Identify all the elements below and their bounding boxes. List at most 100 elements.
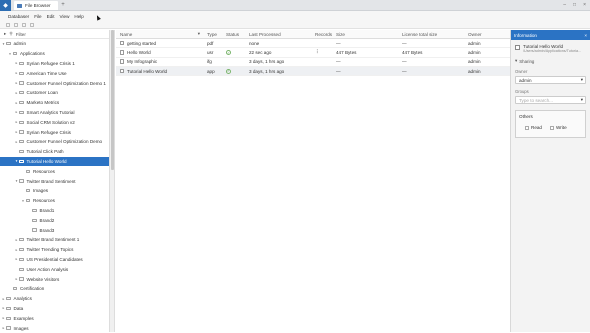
cell-license-size: — [402,68,407,74]
menu-item-view[interactable]: View [60,14,70,19]
read-checkbox[interactable]: Read [525,125,542,130]
close-window-button[interactable]: × [583,2,586,8]
tree-item[interactable]: ▸ Data [0,304,109,314]
sharing-toggle[interactable]: ▾ Sharing [515,58,586,64]
tree-item[interactable]: Brand2 [0,215,109,225]
refresh-icon[interactable] [22,22,26,27]
file-icon [120,40,124,46]
col-owner[interactable]: Owner [464,32,510,37]
tab-file-browser[interactable]: File Browser [14,1,58,10]
app-logo-icon[interactable]: ◆ [0,0,11,11]
cell-size: — [336,40,341,46]
col-status[interactable]: Status [222,32,245,37]
tree-item[interactable]: ▾ Tutorial Hello World [0,156,109,167]
file-icon [120,68,124,74]
tree-item[interactable]: ▸ Images [0,323,109,333]
table-row[interactable]: Tutorial Hello World app ✓ 3 days, 1 hrs ag… [116,66,510,77]
folder-icon [6,297,11,301]
tree-item[interactable]: ▸ American Time Use [0,68,109,78]
tree-item[interactable]: ▸ Social CRM Solution v2 [0,117,109,127]
tree-item[interactable]: Brand3 [0,225,109,235]
tree-item[interactable]: ▸ Customer Loan [0,88,109,98]
minimize-button[interactable]: – [563,2,566,8]
forward-icon[interactable] [14,22,18,27]
tree-item-label: Marketo Metrics [26,100,60,106]
tree-item[interactable]: ▸ Analytics [0,294,109,304]
col-license-size[interactable]: License total size [398,32,464,37]
menu-item-help[interactable]: Help [74,14,83,19]
owner-label: Owner [515,69,528,74]
col-name-label: Name [120,31,133,37]
table-row[interactable]: My Infographic ifg 3 days, 1 hrs ago — — admi… [116,58,510,67]
cell-status: ✓ [222,50,245,56]
tree-item[interactable]: ▸ US Presidential Candidates [0,255,109,265]
tree-item[interactable]: Brand1 [0,206,109,216]
checkbox-box[interactable] [525,125,529,130]
tree-item-label: Website Visitors [26,276,60,282]
cell-last-processed: 3 days, 1 hrs ago [249,59,285,65]
table-row[interactable]: Hello World usr ✓ 22 sec ago ⋮ 447 Bytes 447 B… [116,48,510,58]
tree-item[interactable]: ▸ Customer Funnel Optimization Demo 1 [0,78,109,88]
tree-item[interactable]: ▾ Applications [0,49,109,59]
expand-down-icon[interactable]: ▾ [8,52,13,56]
tree-item-label: Images [33,188,49,194]
cell-license-size: 447 Bytes [402,49,423,55]
close-icon[interactable]: × [584,33,587,38]
tree-item[interactable]: Tutorial Click Path [0,147,109,157]
folder-icon [12,52,17,56]
tree-item[interactable]: Certification [0,284,109,294]
groups-search-input[interactable]: Type to search... ▾ [515,96,586,104]
dropdown-arrow-icon: ▾ [580,77,583,82]
menu-item-file[interactable]: File [34,14,41,19]
file-table: Name ▾ Type Status Last Processed Records… [116,30,510,332]
menu-item-edit[interactable]: Edit [47,14,55,19]
menu-item-databaser[interactable]: Databaser [8,14,29,19]
maximize-button[interactable]: □ [573,2,576,8]
tree-item[interactable]: ▾ Resources [0,196,109,206]
folder-icon [32,228,37,232]
expand-down-icon[interactable]: ▾ [21,199,26,203]
chevron-down-icon: ▾ [515,58,518,63]
col-type[interactable]: Type [203,32,222,37]
tree-item[interactable]: ▸ Website Visitors [0,274,109,284]
scrollbar-thumb[interactable] [111,30,114,170]
cell-type: pdf [207,40,214,46]
cell-records[interactable]: ⋮ [311,49,332,55]
col-last-processed[interactable]: Last Processed [245,32,311,37]
folder-icon [19,81,24,85]
tree-item[interactable]: ▸ Twitter Brand Sentiment 1 [0,235,109,245]
add-tab-button[interactable]: + [58,0,68,10]
tree-scrollbar[interactable] [110,30,115,332]
tree-item[interactable]: ▸ Syrian Refugee Crisis [0,127,109,137]
new-folder-icon[interactable] [30,22,34,27]
col-records[interactable]: Records [311,32,332,37]
write-checkbox[interactable]: Write [549,125,567,130]
filter-arrow-icon: ▸ [4,31,7,36]
file-icon [120,59,124,64]
tree-item-label: Examples [13,315,34,321]
tree-item[interactable]: ▸ Syrian Refugee Crisis 1 [0,59,109,69]
tree-item-label: Twitter Trending Topics [26,247,74,253]
col-size[interactable]: Size [332,32,398,37]
back-icon[interactable] [6,22,10,27]
tree-item[interactable]: ▸ Twitter Trending Topics [0,245,109,255]
tree-item[interactable]: ▸ Examples [0,313,109,323]
sort-arrow-icon[interactable]: ▾ [198,31,200,37]
tree-item[interactable]: Resources [0,166,109,176]
tree-item-label: Images [13,325,29,331]
tree-item[interactable]: Images [0,186,109,196]
tree-item[interactable]: User Action Analysis [0,264,109,274]
col-name[interactable]: Name ▾ [116,31,203,37]
owner-select[interactable]: admin ▾ [515,76,586,84]
tree-item-label: Social CRM Solution v2 [26,119,75,125]
tree-item-label: admin [13,41,27,47]
tree-item[interactable]: ▸ Marketo Metrics [0,98,109,108]
table-row[interactable]: getting started pdf none — — admin [116,39,510,49]
cell-last-processed: none [249,40,260,46]
filter-bar[interactable]: ▸ ⚲ Filter [0,30,109,39]
tree-item[interactable]: ▸ Smart Analytics Tutorial [0,108,109,118]
tree-item[interactable]: ▾ Twitter Brand Sentiment [0,176,109,186]
tree-item[interactable]: ▾ admin [0,39,109,49]
tree-item[interactable]: ▸ Customer Funnel Optimization Demo [0,137,109,147]
checkbox-box[interactable] [549,125,554,130]
